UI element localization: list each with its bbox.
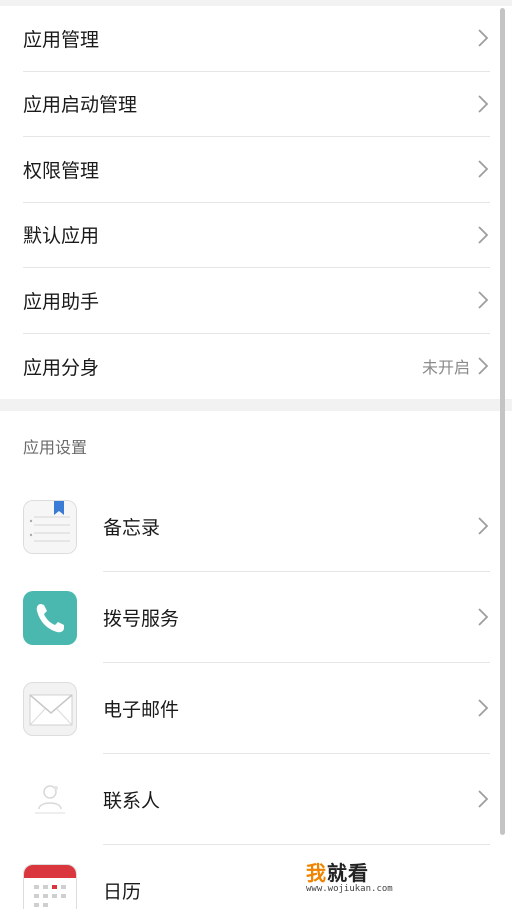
chevron-right-icon: [476, 789, 490, 809]
menu-item-label: 应用管理: [23, 28, 100, 51]
menu-item-label: 应用助手: [23, 290, 100, 313]
watermark-url: www.wojiukan.com: [306, 884, 393, 894]
app-item-body: 电子邮件: [103, 663, 490, 754]
calendar-icon: [23, 863, 77, 909]
app-item-label: 联系人: [103, 789, 161, 812]
menu-item-startup-management[interactable]: 应用启动管理: [23, 72, 490, 137]
app-item-label: 备忘录: [103, 516, 161, 539]
menu-item-label: 默认应用: [23, 225, 100, 248]
settings-screen: 应用管理 应用启动管理 权限管理 默认应用 应用助手 应用分身 未开启 应用设置…: [0, 0, 512, 909]
watermark-logo: 我就看 www.wojiukan.com: [306, 857, 416, 897]
watermark-rest: 就看: [327, 861, 369, 885]
watermark-text: 我就看: [306, 857, 416, 886]
menu-item-label: 应用分身: [23, 356, 100, 379]
app-settings-list: 备忘录 拨号服务 电子邮件 联系人 日历: [0, 481, 512, 909]
watermark-first-char: 我: [306, 861, 327, 885]
chevron-right-icon: [476, 290, 490, 310]
chevron-right-icon: [476, 225, 490, 245]
menu-item-default-apps[interactable]: 默认应用: [23, 203, 490, 268]
app-twin-status: 未开启: [421, 358, 470, 378]
notepad-icon: [23, 499, 77, 554]
menu-item-app-assistant[interactable]: 应用助手: [23, 268, 490, 334]
app-item-body: 备忘录: [103, 481, 490, 572]
app-item-dialer[interactable]: 拨号服务: [0, 572, 512, 663]
phone-icon: [23, 590, 77, 645]
app-menu-list: 应用管理 应用启动管理 权限管理 默认应用 应用助手 应用分身 未开启: [0, 6, 512, 399]
app-item-label: 日历: [103, 881, 142, 903]
menu-item-label: 权限管理: [23, 159, 100, 182]
app-item-label: 电子邮件: [103, 698, 180, 721]
chevron-right-icon: [476, 607, 490, 627]
chevron-right-icon: [476, 356, 490, 376]
app-item-contacts[interactable]: 联系人: [0, 754, 512, 845]
section-divider: [0, 399, 512, 411]
menu-item-app-management[interactable]: 应用管理: [23, 6, 490, 72]
menu-item-permission-management[interactable]: 权限管理: [23, 137, 490, 203]
menu-item-app-twin[interactable]: 应用分身 未开启: [23, 334, 490, 400]
chevron-right-icon: [476, 28, 490, 48]
chevron-right-icon: [476, 94, 490, 114]
app-item-label: 拨号服务: [103, 607, 180, 630]
app-item-notepad[interactable]: 备忘录: [0, 481, 512, 572]
chevron-right-icon: [476, 516, 490, 536]
chevron-right-icon: [476, 698, 490, 718]
menu-item-label: 应用启动管理: [23, 94, 138, 117]
app-item-email[interactable]: 电子邮件: [0, 663, 512, 754]
app-item-calendar[interactable]: 日历: [0, 845, 512, 909]
app-item-body: 日历: [103, 845, 490, 909]
contacts-icon: [23, 772, 77, 827]
scrollbar[interactable]: [500, 8, 505, 835]
section-title: 应用设置: [23, 438, 88, 457]
app-settings-header: 应用设置: [0, 411, 512, 481]
chevron-right-icon: [476, 159, 490, 179]
app-item-body: 联系人: [103, 754, 490, 845]
mail-icon: [23, 681, 77, 736]
app-item-body: 拨号服务: [103, 572, 490, 663]
